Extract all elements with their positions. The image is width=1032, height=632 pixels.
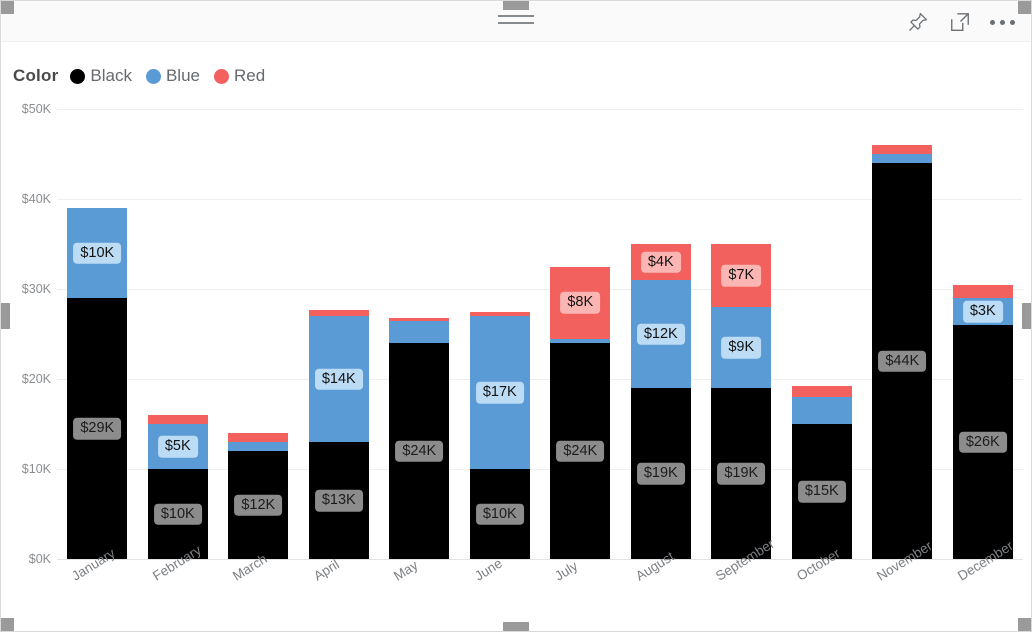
legend-item-label: Red [234,66,266,85]
bar-segment-july-red[interactable] [550,266,611,339]
bar-segment-march-blue[interactable] [228,442,289,451]
bar-segment-march-red[interactable] [228,433,289,442]
bar-segment-may-black[interactable] [389,343,450,559]
ellipsis-dot [999,19,1005,25]
power-bi-visual-container[interactable]: Color Black Blue Red $0K $10K $20K $30K $40K $5… [0,0,1032,632]
bar-segment-february-red[interactable] [147,415,208,424]
resize-handle-bottom-right[interactable] [1018,618,1031,631]
bar-segment-february-blue[interactable] [147,424,208,469]
bar-segment-august-black[interactable] [630,388,691,559]
bars-layer[interactable]: $29K $10K $10K $5K $12K $13K $14K $24K $10K $17K $… [57,101,1023,566]
bar-segment-october-black[interactable] [791,424,852,559]
bar-segment-september-black[interactable] [711,388,772,559]
bar-segment-january-blue[interactable] [67,208,128,298]
bar-segment-february-black[interactable] [147,469,208,559]
bar-segment-june-black[interactable] [469,469,530,559]
bar-segment-march-black[interactable] [228,451,289,559]
bar-segment-may-red[interactable] [389,317,450,321]
legend-item-label: Blue [165,66,200,85]
resize-handle-top-left[interactable] [1,1,14,14]
bar-october[interactable]: $15K [791,386,852,559]
bar-segment-november-black[interactable] [872,163,933,559]
legend-item-label: Black [90,66,132,85]
bar-segment-september-red[interactable] [711,244,772,307]
bar-june[interactable]: $10K $17K [469,312,530,559]
bar-segment-april-blue[interactable] [308,316,369,442]
bar-segment-april-red[interactable] [308,309,369,316]
bar-segment-november-red[interactable] [872,145,933,154]
bar-segment-july-blue[interactable] [550,338,611,343]
ellipsis-dot [1009,19,1015,25]
drag-handle-line [498,15,534,17]
legend-item-blue[interactable]: Blue [145,66,200,86]
bar-february[interactable]: $10K $5K [147,415,208,559]
legend-swatch-blue-icon [145,68,161,84]
y-axis-tick-label: $50K [21,102,51,116]
legend-swatch-red-icon [214,68,229,84]
more-options-icon[interactable] [988,8,1016,36]
bar-segment-may-blue[interactable] [389,320,450,343]
x-axis-labels: January February March April May June July Augu… [57,536,1023,629]
bar-segment-april-black[interactable] [308,442,369,559]
bar-january[interactable]: $29K $10K [67,208,128,559]
bar-segment-august-red[interactable] [630,244,691,280]
legend-items: Black Blue Red [70,66,279,86]
bar-segment-december-black[interactable] [952,325,1013,559]
ellipsis-dot [989,19,995,25]
resize-handle-top[interactable] [503,1,529,10]
y-axis-tick-label: $40K [21,192,51,206]
drag-handle[interactable] [498,15,534,27]
resize-handle-bottom-left[interactable] [1,618,14,631]
legend-title: Color [13,66,59,85]
plot-area: $0K $10K $20K $30K $40K $50K $29K $10K $10K $5K $… [1,101,1031,566]
bar-segment-october-blue[interactable] [791,397,852,424]
bar-march[interactable]: $12K [228,433,289,559]
bar-november[interactable]: $44K [872,145,933,559]
bar-segment-june-red[interactable] [469,312,530,316]
bar-segment-november-blue[interactable] [872,154,933,163]
bar-july[interactable]: $24K $8K [550,266,611,559]
bar-segment-august-blue[interactable] [630,280,691,388]
legend-item-red[interactable]: Red [214,66,265,86]
y-axis-tick-label: $0K [28,552,51,566]
bar-segment-january-black[interactable] [67,298,128,559]
bar-segment-september-blue[interactable] [711,307,772,388]
bar-segment-july-black[interactable] [550,343,611,559]
bar-segment-october-red[interactable] [791,386,852,397]
bar-segment-december-blue[interactable] [952,298,1013,325]
bar-segment-december-red[interactable] [952,284,1013,298]
bar-april[interactable]: $13K $14K [308,309,369,559]
focus-mode-icon[interactable] [946,8,974,36]
bar-august[interactable]: $19K $12K $4K [630,244,691,559]
resize-handle-right[interactable] [1022,303,1031,329]
resize-handle-top-right[interactable] [1018,1,1031,14]
chart-legend: Color Black Blue Red [13,61,279,91]
visual-header-actions [904,8,1016,36]
bar-may[interactable]: $24K [389,317,450,559]
resize-handle-bottom[interactable] [503,622,529,631]
legend-item-black[interactable]: Black [70,66,132,86]
bar-segment-june-blue[interactable] [469,316,530,469]
y-axis-labels: $0K $10K $20K $30K $40K $50K [1,101,57,566]
pin-icon[interactable] [904,8,932,36]
drag-handle-line [498,22,534,24]
y-axis-tick-label: $10K [21,462,51,476]
y-axis-tick-label: $30K [21,282,51,296]
legend-swatch-black-icon [70,68,86,84]
resize-handle-left[interactable] [1,303,10,329]
bar-december[interactable]: $26K $3K [952,284,1013,559]
y-axis-tick-label: $20K [21,372,51,386]
bar-september[interactable]: $19K $9K $7K [711,244,772,559]
